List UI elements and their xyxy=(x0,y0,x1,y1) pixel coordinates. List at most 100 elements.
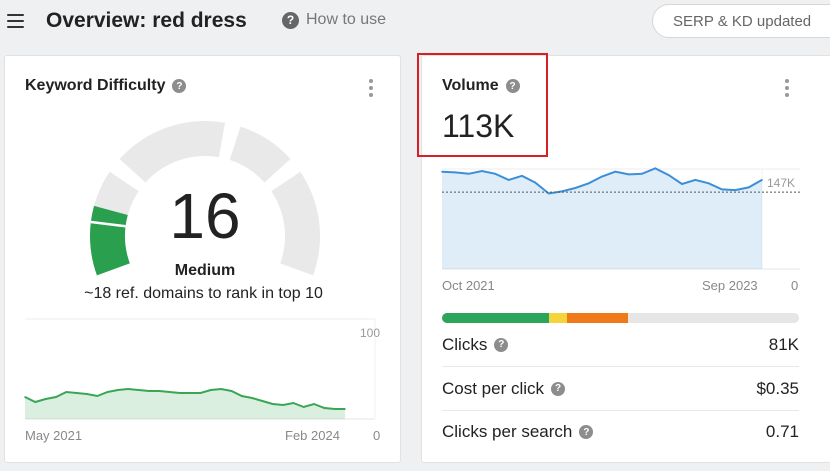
kd-chart-point-24 xyxy=(271,403,274,405)
volume-chart-point-23 xyxy=(747,186,750,189)
header-bar: Overview: red dress ? How to use SERP & … xyxy=(0,0,830,44)
volume-chart-point-4 xyxy=(494,172,497,175)
kd-chart-point-20 xyxy=(230,390,233,392)
clicks-label: Clicks xyxy=(442,334,488,354)
kd-chart-point-21 xyxy=(240,395,243,397)
kd-chart-point-1 xyxy=(34,401,37,403)
kd-chart-point-10 xyxy=(127,388,130,390)
kd-chart-point-23 xyxy=(261,400,264,402)
gauge-segment-2 xyxy=(119,121,225,183)
click-distribution-bar xyxy=(442,313,799,323)
volume-chart-point-17 xyxy=(667,174,670,176)
keyword-difficulty-card: Keyword Difficulty ? 16 Medium ~18 ref. … xyxy=(4,55,401,463)
kd-chart-point-29 xyxy=(323,407,326,409)
clicks-value: 81K xyxy=(768,334,799,354)
volume-chart-point-8 xyxy=(547,192,550,195)
kd-chart-point-14 xyxy=(168,391,171,393)
distribution-segment-organic xyxy=(442,313,550,323)
kd-more-options-icon[interactable] xyxy=(368,79,374,97)
clicks-help-icon[interactable]: ? xyxy=(494,337,509,352)
volume-chart-y-max: 147K xyxy=(767,176,796,190)
kd-card-title: Keyword Difficulty xyxy=(25,77,166,94)
kd-description: ~18 ref. domains to rank in top 10 xyxy=(84,285,323,302)
volume-card-header: Volume ? xyxy=(442,77,520,95)
volume-chart-point-5 xyxy=(507,179,510,181)
how-to-use-label: How to use xyxy=(306,11,387,28)
help-icon: ? xyxy=(282,11,299,29)
how-to-use-link[interactable]: ? How to use xyxy=(282,11,386,29)
kd-value: 16 xyxy=(169,180,241,252)
metric-row-cost-per-click: Cost per click ? $0.35 xyxy=(442,367,799,411)
menu-icon[interactable] xyxy=(7,14,24,29)
volume-chart-point-10 xyxy=(574,187,577,189)
cost-per-click-label: Cost per click xyxy=(442,378,545,398)
kd-chart-y-max: 100 xyxy=(360,326,381,340)
kd-chart-point-27 xyxy=(302,406,305,408)
kd-chart-point-7 xyxy=(96,395,99,397)
distribution-segment-no-clicks xyxy=(627,313,799,323)
kd-chart-point-15 xyxy=(179,392,181,394)
volume-chart-point-21 xyxy=(721,188,723,191)
kd-chart-point-11 xyxy=(137,389,140,391)
distribution-segment-paid xyxy=(549,313,567,323)
metric-row-clicks: Clicks ? 81K xyxy=(442,323,799,367)
kd-chart-point-30 xyxy=(333,408,336,410)
kd-level: Medium xyxy=(174,262,236,279)
volume-chart-point-1 xyxy=(454,171,457,174)
kd-chart-x-end: Feb 2024 xyxy=(285,428,340,443)
cost-per-click-value: $0.35 xyxy=(756,378,799,398)
kd-chart-point-25 xyxy=(282,404,284,406)
cpc-help-icon[interactable]: ? xyxy=(551,381,566,396)
kd-chart-point-2 xyxy=(44,398,47,400)
volume-card: Volume ? 113K 147K Oct 2021 Sep 2023 0 C… xyxy=(421,55,830,463)
kd-chart-point-3 xyxy=(55,396,57,398)
volume-value: 113K xyxy=(442,108,515,144)
kd-chart-point-22 xyxy=(251,397,253,399)
volume-chart-point-22 xyxy=(734,189,737,191)
serp-kd-updated-pill[interactable]: SERP & KD updated xyxy=(652,4,830,38)
kd-chart-point-9 xyxy=(117,389,119,391)
kd-chart-x-start: May 2021 xyxy=(25,428,83,443)
kd-chart-point-6 xyxy=(86,393,88,395)
clicks-per-search-help-icon[interactable]: ? xyxy=(579,425,594,439)
volume-chart-point-20 xyxy=(707,182,710,185)
volume-chart-point-6 xyxy=(521,175,523,177)
volume-chart-point-0 xyxy=(441,170,443,173)
volume-chart-point-3 xyxy=(481,170,483,172)
gauge-segment-3 xyxy=(229,126,291,183)
volume-chart-point-13 xyxy=(614,170,617,173)
volume-chart-point-19 xyxy=(694,179,697,181)
kd-chart-point-19 xyxy=(220,388,222,390)
kd-chart-point-31 xyxy=(344,408,346,410)
volume-chart-x-start: Oct 2021 xyxy=(442,278,495,293)
kd-chart-point-0 xyxy=(24,396,26,398)
volume-help-icon[interactable]: ? xyxy=(505,79,520,93)
kd-chart-point-5 xyxy=(75,392,78,394)
clicks-per-search-label: Clicks per search xyxy=(442,422,573,441)
kd-chart-point-8 xyxy=(106,391,109,393)
kd-help-icon[interactable]: ? xyxy=(172,79,187,93)
volume-chart-point-24 xyxy=(761,179,763,181)
volume-more-options-icon[interactable] xyxy=(784,79,790,97)
kd-chart-point-26 xyxy=(292,402,295,404)
volume-chart-x-end: Sep 2023 xyxy=(702,278,758,293)
volume-chart-point-18 xyxy=(681,183,683,185)
volume-chart-point-7 xyxy=(534,181,537,184)
kd-history-chart xyxy=(24,318,376,420)
volume-chart-point-16 xyxy=(654,167,657,170)
volume-chart-point-15 xyxy=(641,172,643,175)
volume-chart-point-11 xyxy=(587,182,590,185)
volume-chart-area-fill xyxy=(442,168,762,269)
kd-chart-y-min: 0 xyxy=(373,428,381,443)
kd-chart-point-18 xyxy=(210,389,212,391)
volume-chart-point-12 xyxy=(601,175,603,178)
metric-row-clicks-per-search: Clicks per search ? 0.71 xyxy=(442,410,799,454)
distribution-segment-other xyxy=(566,313,628,323)
kd-chart-point-13 xyxy=(158,390,160,392)
kd-chart-point-12 xyxy=(148,390,150,392)
kd-chart-point-16 xyxy=(189,392,191,394)
kd-chart-point-28 xyxy=(313,403,315,405)
kd-card-header: Keyword Difficulty ? xyxy=(25,77,187,95)
volume-chart-y-min: 0 xyxy=(791,278,799,293)
volume-chart-point-14 xyxy=(627,173,630,176)
